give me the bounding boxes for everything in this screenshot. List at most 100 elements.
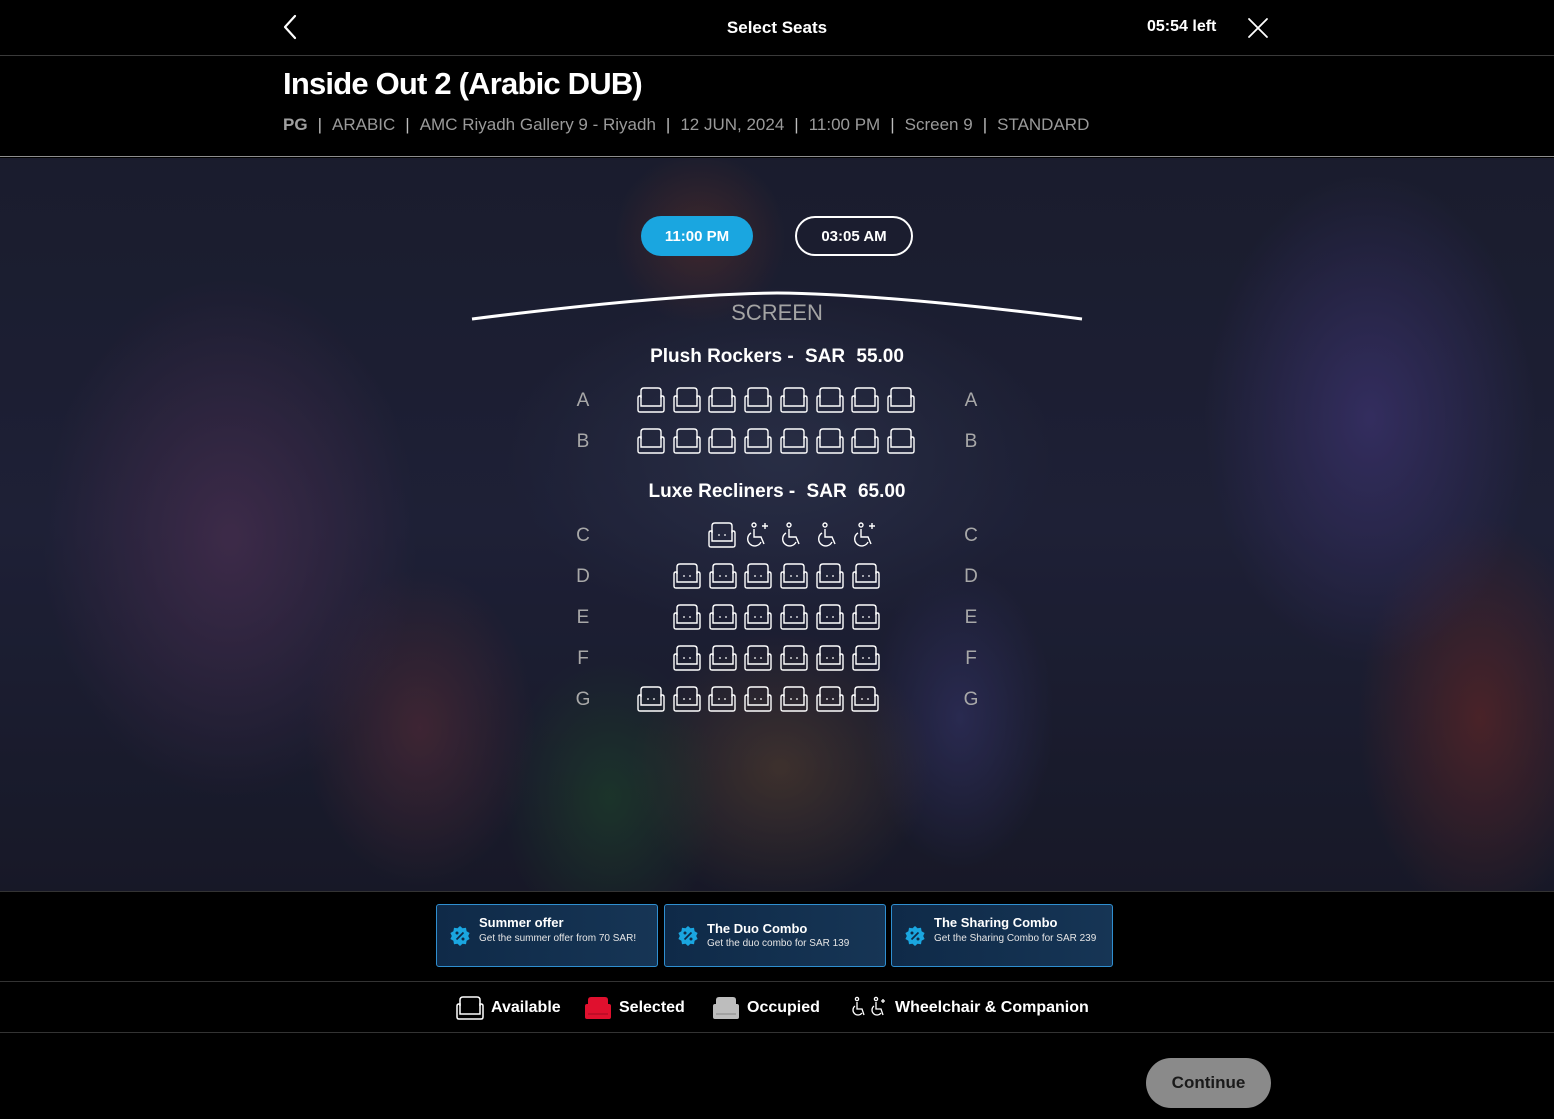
offer-card-sharing-combo[interactable]: The Sharing Combo Get the Sharing Combo … — [891, 904, 1113, 967]
seat-map-area: 11:00 PM 03:05 AM SCREEN Plush Rockers -… — [0, 158, 1554, 891]
section-price: 65.00 — [857, 481, 906, 502]
legend-selected: Selected — [583, 994, 685, 1022]
seat-available-icon[interactable] — [707, 685, 737, 713]
seat-available-icon[interactable] — [743, 685, 773, 713]
legend-label: Selected — [619, 999, 685, 1016]
row-label: C — [964, 525, 978, 546]
seat-available-icon[interactable] — [815, 562, 845, 590]
seat-available-icon[interactable] — [815, 386, 845, 414]
seat-available-icon[interactable] — [636, 427, 666, 455]
row-label: G — [575, 689, 591, 710]
movie-format: STANDARD — [997, 115, 1090, 134]
seat-row: BB — [0, 427, 1554, 457]
wheelchair-seat-icon[interactable] — [814, 521, 844, 549]
wheelchair-seat-icon[interactable] — [778, 521, 808, 549]
legend-wheelchair: Wheelchair & Companion — [851, 994, 1089, 1022]
section-price: 55.00 — [856, 346, 904, 367]
seat-available-icon[interactable] — [743, 386, 773, 414]
section-label-luxe-recliners: Luxe Recliners - SAR 65.00 — [0, 481, 1554, 503]
seat-row: CC — [0, 521, 1554, 551]
seat-available-icon[interactable] — [850, 427, 880, 455]
seat-available-icon[interactable] — [815, 603, 845, 631]
seat-available-icon[interactable] — [779, 386, 809, 414]
meta-separator: | — [890, 115, 895, 134]
seat-available-icon[interactable] — [672, 562, 702, 590]
offers-bar: Summer offer Get the summer offer from 7… — [0, 891, 1554, 981]
seat-available-icon[interactable] — [886, 427, 916, 455]
companion-seat-icon[interactable] — [743, 521, 773, 549]
offer-card-summer[interactable]: Summer offer Get the summer offer from 7… — [436, 904, 658, 967]
seat-available-icon[interactable] — [815, 644, 845, 672]
seat-available-icon[interactable] — [779, 685, 809, 713]
row-label: E — [964, 607, 978, 628]
seat-available-icon[interactable] — [636, 685, 666, 713]
showtime-option-button[interactable]: 03:05 AM — [795, 216, 913, 256]
offer-description: Get the Sharing Combo for SAR 239 — [934, 933, 1097, 944]
section-name: Plush Rockers - — [650, 346, 794, 367]
section-label-plush-rockers: Plush Rockers - SAR 55.00 — [0, 346, 1554, 368]
seat-row: GG — [0, 685, 1554, 715]
movie-title: Inside Out 2 (Arabic DUB) — [283, 66, 643, 101]
seat-available-icon[interactable] — [851, 644, 881, 672]
seat-available-icon[interactable] — [672, 427, 702, 455]
seat-available-icon[interactable] — [672, 603, 702, 631]
wheelchair-companion-icon — [851, 996, 889, 1020]
seat-available-icon[interactable] — [636, 386, 666, 414]
seat-available-icon[interactable] — [779, 427, 809, 455]
offer-card-duo-combo[interactable]: The Duo Combo Get the duo combo for SAR … — [664, 904, 886, 967]
seat-row: EE — [0, 603, 1554, 633]
footer-bar: Continue — [0, 1033, 1554, 1119]
seat-available-icon[interactable] — [672, 685, 702, 713]
seat-available-icon[interactable] — [886, 386, 916, 414]
offer-title: The Duo Combo — [707, 921, 808, 936]
row-label: D — [576, 566, 590, 587]
row-label: B — [576, 431, 590, 452]
companion-seat-icon[interactable] — [850, 521, 880, 549]
seat-available-icon[interactable] — [707, 427, 737, 455]
seat-row: FF — [0, 644, 1554, 674]
seat-available-icon[interactable] — [850, 685, 880, 713]
legend-label: Available — [491, 999, 561, 1016]
page-title: Select Seats — [726, 18, 828, 37]
section-currency: SAR — [806, 481, 847, 502]
seat-available-icon[interactable] — [743, 603, 773, 631]
seat-available-icon[interactable] — [743, 644, 773, 672]
seat-available-icon — [455, 995, 485, 1021]
legend-occupied: Occupied — [711, 994, 820, 1022]
seat-available-icon[interactable] — [743, 562, 773, 590]
seat-available-icon[interactable] — [850, 386, 880, 414]
seat-available-icon[interactable] — [707, 386, 737, 414]
top-bar: Select Seats 05:54 left — [0, 0, 1554, 56]
offer-description: Get the summer offer from 70 SAR! — [479, 933, 637, 944]
seat-available-icon[interactable] — [779, 644, 809, 672]
row-label: A — [576, 390, 590, 411]
seat-available-icon[interactable] — [708, 644, 738, 672]
seat-available-icon[interactable] — [779, 562, 809, 590]
meta-separator: | — [794, 115, 799, 134]
seat-available-icon[interactable] — [815, 427, 845, 455]
seat-selected-icon — [583, 995, 613, 1021]
seat-available-icon[interactable] — [815, 685, 845, 713]
row-label: B — [964, 431, 978, 452]
continue-button[interactable]: Continue — [1146, 1058, 1271, 1108]
close-icon[interactable] — [1246, 16, 1270, 40]
row-label: F — [577, 648, 589, 669]
seat-available-icon[interactable] — [779, 603, 809, 631]
row-label: F — [965, 648, 977, 669]
seat-available-icon[interactable] — [708, 603, 738, 631]
legend-label: Occupied — [747, 999, 820, 1016]
movie-rating: PG — [283, 115, 308, 134]
seat-occupied-icon — [711, 995, 741, 1021]
seat-available-icon[interactable] — [672, 644, 702, 672]
seat-available-icon[interactable] — [851, 603, 881, 631]
seat-available-icon[interactable] — [672, 386, 702, 414]
showtime-selected-button[interactable]: 11:00 PM — [641, 216, 753, 256]
discount-icon — [904, 925, 926, 947]
seat-available-icon[interactable] — [707, 521, 737, 549]
legend-label: Wheelchair & Companion — [895, 999, 1089, 1016]
seat-available-icon[interactable] — [743, 427, 773, 455]
section-name: Luxe Recliners - — [648, 481, 796, 502]
seat-available-icon[interactable] — [708, 562, 738, 590]
meta-separator: | — [317, 115, 322, 134]
seat-available-icon[interactable] — [851, 562, 881, 590]
